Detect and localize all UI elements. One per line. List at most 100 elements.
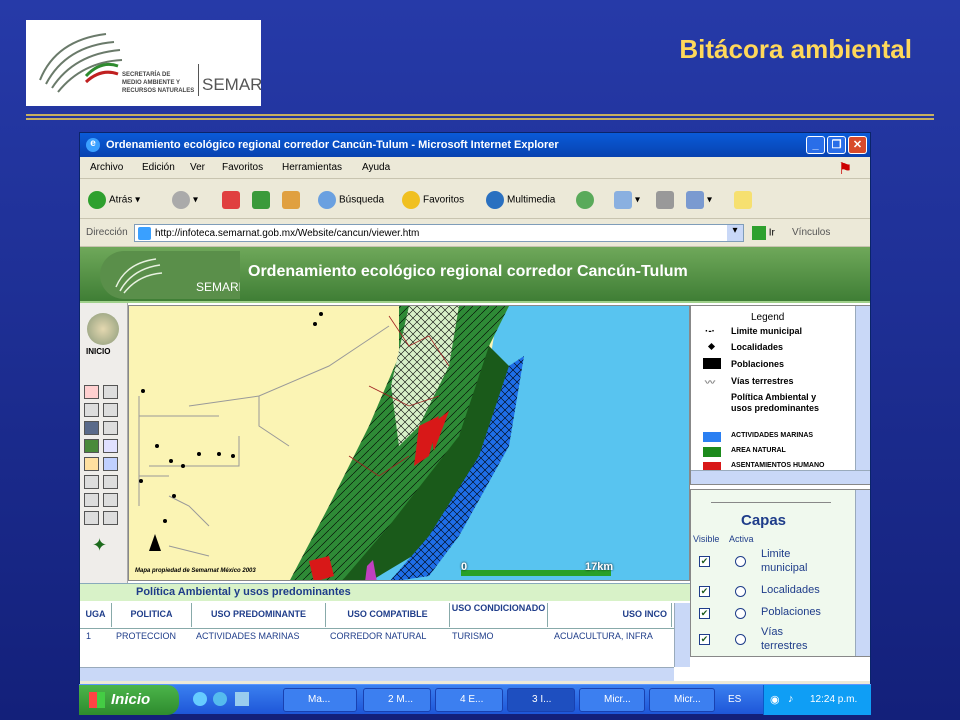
messenger-button[interactable] — [734, 191, 755, 209]
table-cell: TURISMO — [452, 631, 494, 641]
taskbar-item[interactable]: Micr... — [649, 688, 715, 712]
restore-button[interactable]: ❐ — [827, 136, 846, 154]
table-scrollbar-v[interactable] — [674, 603, 690, 667]
attribute-table: Política Ambiental y usos predominantes … — [80, 583, 690, 681]
page-icon — [138, 227, 151, 240]
tray-network-icon[interactable]: ◉ — [770, 693, 780, 706]
mail-button[interactable]: ▾ — [614, 191, 640, 209]
windows-logo-icon — [89, 692, 105, 708]
history-button[interactable] — [576, 191, 597, 209]
layer-visible-checkbox[interactable]: ✔ — [699, 586, 710, 597]
select-line-icon[interactable] — [103, 493, 118, 507]
menu-archivo[interactable]: Archivo — [90, 162, 123, 173]
legend-scrollbar-h[interactable] — [691, 470, 870, 484]
map-view[interactable]: Mapa propiedad de Semarnat México 2003 0… — [128, 305, 690, 581]
start-button[interactable]: Inicio — [79, 685, 179, 715]
visible-label: Visible — [693, 534, 720, 544]
forward-button[interactable]: ▾ — [172, 191, 198, 209]
links-label[interactable]: Vínculos — [792, 227, 830, 238]
table-header: USO INCO — [548, 603, 672, 627]
layer-visible-checkbox[interactable]: ✔ — [699, 608, 710, 619]
layer-active-radio[interactable] — [735, 586, 746, 597]
taskbar-item[interactable]: 3 I... — [507, 688, 575, 712]
menu-edicion[interactable]: Edición — [142, 162, 175, 173]
layer-active-radio[interactable] — [735, 634, 746, 645]
close-button[interactable]: ✕ — [848, 136, 867, 154]
desktop-quicklaunch-icon[interactable] — [235, 692, 249, 706]
taskbar-item[interactable]: 4 E... — [435, 688, 503, 712]
zoom-full-icon[interactable] — [103, 385, 118, 399]
favorites-button[interactable]: Favoritos — [402, 191, 464, 209]
minimize-button[interactable]: _ — [806, 136, 825, 154]
address-input[interactable]: http://infoteca.semarnat.gob.mx/Website/… — [134, 224, 744, 242]
refresh-button[interactable] — [252, 191, 273, 209]
print-map-icon[interactable] — [103, 511, 118, 525]
outlook-quicklaunch-icon[interactable] — [213, 692, 227, 706]
identify-icon[interactable] — [103, 439, 118, 453]
eagle-emblem-icon: SECRETARÍA DE MEDIO AMBIENTE Y RECURSOS … — [39, 33, 295, 96]
menu-ayuda[interactable]: Ayuda — [362, 162, 390, 173]
legend-class: ACTIVIDADES MARINAS — [731, 432, 814, 439]
language-indicator[interactable]: ES — [728, 694, 741, 705]
municipal-limit-icon: ·‐· — [705, 326, 715, 337]
pan-hand-icon[interactable] — [103, 421, 118, 435]
back-button[interactable]: Atrás ▾ — [88, 191, 140, 209]
help-icon[interactable]: ✦ — [92, 535, 107, 556]
home-button[interactable] — [282, 191, 303, 209]
clock: 12:24 p.m. — [810, 694, 858, 705]
menu-ver[interactable]: Ver — [190, 162, 205, 173]
taskbar-item[interactable]: 2 M... — [363, 688, 431, 712]
refresh-icon — [252, 191, 270, 209]
select-point-icon[interactable] — [84, 493, 99, 507]
table-header: UGA — [80, 603, 112, 627]
stop-button[interactable] — [222, 191, 243, 209]
ie-quicklaunch-icon[interactable] — [193, 692, 207, 706]
taskbar-item[interactable]: Ma... — [283, 688, 357, 712]
window-titlebar[interactable]: e Ordenamiento ecológico regional corred… — [80, 133, 870, 157]
system-tray: ES ◉ ♪ 12:24 p.m. — [728, 685, 871, 715]
print-button[interactable] — [656, 191, 677, 209]
query-icon[interactable] — [84, 457, 99, 471]
address-dropdown[interactable]: ▾ — [727, 225, 743, 241]
taskbar-item[interactable]: Micr... — [579, 688, 645, 712]
layer-label: Vías — [761, 626, 784, 638]
capas-scrollbar-v[interactable] — [855, 490, 870, 656]
forward-arrow-icon — [172, 191, 190, 209]
page-content: SEMARNAT Ordenamiento ecológico regional… — [80, 247, 870, 681]
layer-active-radio[interactable] — [735, 556, 746, 567]
legend-item: Vías terrestres — [731, 376, 794, 386]
globe-icon[interactable] — [87, 313, 119, 345]
legend-tool-icon[interactable] — [84, 385, 99, 399]
layer-visible-checkbox[interactable]: ✔ — [699, 556, 710, 567]
zoom-in-icon[interactable] — [84, 403, 99, 417]
search-button[interactable]: Búsqueda — [318, 191, 384, 209]
menu-herramientas[interactable]: Herramientas — [282, 162, 342, 173]
media-button[interactable]: Multimedia — [486, 191, 555, 209]
home-label[interactable]: INICIO — [86, 347, 110, 356]
legend-section-line1: Política Ambiental y — [731, 392, 817, 402]
layer-visible-checkbox[interactable]: ✔ — [699, 634, 710, 645]
zoom-out-icon[interactable] — [103, 403, 118, 417]
table-header: USO CONDICIONADO — [450, 603, 548, 627]
clear-select-icon[interactable] — [84, 511, 99, 525]
find-icon[interactable] — [103, 457, 118, 471]
table-cell: ACTIVIDADES MARINAS — [196, 631, 300, 641]
stop-icon — [222, 191, 240, 209]
hotlink-icon[interactable] — [84, 439, 99, 453]
standard-toolbar: Atrás ▾ ▾ Búsqueda Favoritos Multimedia … — [80, 179, 870, 219]
measure-icon[interactable] — [84, 475, 99, 489]
back-extent-icon[interactable] — [84, 421, 99, 435]
layer-label: Localidades — [761, 584, 820, 596]
windows-flag-icon: ⚑ — [838, 161, 853, 178]
tray-volume-icon[interactable]: ♪ — [788, 693, 794, 705]
media-icon — [486, 191, 504, 209]
table-scrollbar-h[interactable] — [80, 667, 674, 681]
go-button[interactable]: Ir — [752, 226, 775, 240]
ie-window: e Ordenamiento ecológico regional corred… — [79, 132, 871, 712]
edit-button[interactable]: ▾ — [686, 191, 712, 209]
go-arrow-icon — [752, 226, 766, 240]
legend-scrollbar-v[interactable] — [855, 306, 870, 470]
menu-favoritos[interactable]: Favoritos — [222, 162, 263, 173]
layer-active-radio[interactable] — [735, 608, 746, 619]
select-rect-icon[interactable] — [103, 475, 118, 489]
